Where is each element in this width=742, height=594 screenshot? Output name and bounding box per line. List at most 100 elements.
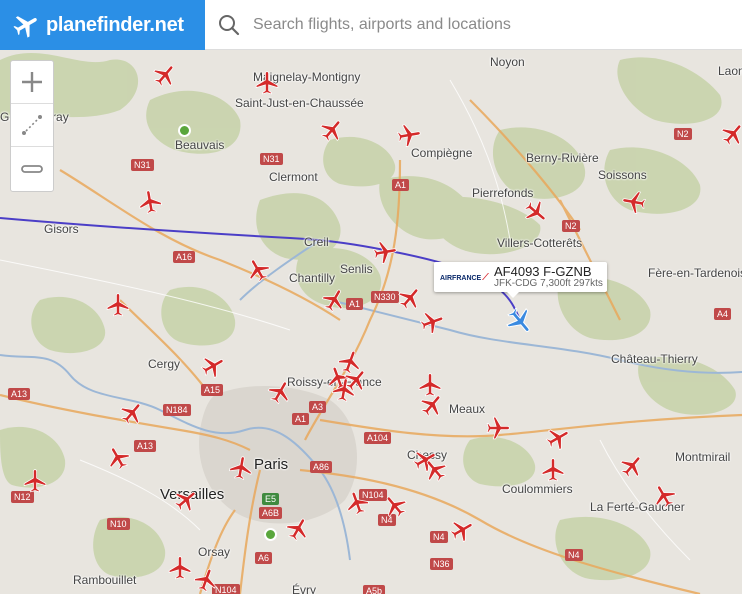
aircraft-icon[interactable] (419, 392, 445, 418)
aircraft-icon[interactable] (167, 555, 193, 581)
aircraft-icon[interactable] (193, 567, 219, 593)
place-label: Fère-en-Tardenois (648, 266, 742, 280)
place-label: Rambouillet (73, 573, 137, 587)
brand-name: planefinder.net (46, 13, 184, 36)
road-shield: A4 (714, 308, 732, 320)
road-shield: A16 (173, 251, 196, 263)
flight-info-label[interactable]: AIRFRANCE AF4093 F-GZNB JFK-CDG 7,300ft … (434, 262, 607, 298)
road-shield: N4 (565, 549, 583, 561)
road-shield: N4 (430, 531, 448, 543)
airport-marker[interactable] (264, 528, 277, 541)
aircraft-icon[interactable] (545, 425, 571, 451)
place-label: Coulommiers (502, 482, 573, 496)
road-shield: N36 (430, 558, 453, 570)
aircraft-icon[interactable] (382, 493, 408, 519)
place-label: Orsay (198, 545, 231, 559)
place-label: Gisors (44, 222, 79, 236)
place-label: Berny-Rivière (526, 151, 599, 165)
aircraft-icon[interactable] (396, 122, 422, 148)
place-label: Laon (718, 64, 742, 78)
road-shield: N2 (674, 128, 692, 140)
place-label: Meaux (449, 402, 486, 416)
place-label: Paris (254, 456, 289, 473)
aircraft-icon[interactable] (344, 490, 370, 516)
aircraft-icon[interactable] (137, 189, 163, 215)
road-shield: N31 (260, 153, 283, 165)
map-canvas[interactable]: Noyon Maignelay-Montigny Saint-Just-en-C… (0, 0, 742, 594)
place-label: Soissons (598, 168, 647, 182)
search-icon[interactable] (217, 13, 241, 37)
road-shield: A6 (255, 552, 273, 564)
road-shield: A86 (310, 461, 333, 473)
aircraft-icon[interactable] (540, 457, 566, 483)
road-shield: A13 (134, 440, 157, 452)
aircraft-icon[interactable] (449, 517, 475, 543)
brand-bar[interactable]: planefinder.net (0, 0, 205, 50)
svg-text:AIRFRANCE: AIRFRANCE (440, 275, 482, 282)
plane-logo-icon (13, 16, 37, 38)
aircraft-icon[interactable] (419, 309, 445, 335)
aircraft-icon[interactable] (619, 453, 645, 479)
road-shield: A6B (259, 507, 283, 519)
aircraft-icon[interactable] (228, 455, 254, 481)
road-shield: A13 (8, 388, 31, 400)
place-label: Évry (292, 583, 316, 594)
place-label: Montmirail (675, 450, 731, 464)
aircraft-icon[interactable] (254, 70, 280, 96)
road-shield: A1 (392, 179, 410, 191)
aircraft-icon[interactable] (285, 516, 311, 542)
aircraft-icon[interactable] (321, 287, 347, 313)
aircraft-icon[interactable] (173, 487, 199, 513)
zoom-in-button[interactable] (11, 61, 53, 104)
place-label: Compiègne (411, 146, 473, 160)
road-shield: A3 (309, 401, 327, 413)
place-label: Villers-Cotterêts (497, 236, 583, 250)
label-pointer (507, 292, 519, 298)
aircraft-icon[interactable] (621, 189, 647, 215)
aircraft-icon[interactable] (651, 483, 677, 509)
airport-marker[interactable] (178, 124, 191, 137)
road-shield: N184 (163, 404, 191, 416)
flight-details: JFK-CDG 7,300ft 297kts (494, 278, 603, 289)
map-controls (10, 60, 54, 192)
aircraft-icon[interactable] (331, 377, 357, 403)
aircraft-icon[interactable] (422, 457, 448, 483)
aircraft-icon[interactable] (105, 292, 131, 318)
road-shield: E5 (262, 493, 280, 505)
aircraft-icon[interactable] (22, 468, 48, 494)
road-shield: N2 (562, 220, 580, 232)
place-label: Château-Thierry (611, 352, 698, 366)
road-shield: A1 (292, 413, 310, 425)
aircraft-icon[interactable] (523, 199, 549, 225)
aircraft-icon[interactable] (119, 400, 145, 426)
aircraft-icon[interactable] (372, 239, 398, 265)
aircraft-icon[interactable] (245, 257, 271, 283)
road-shield: N10 (107, 518, 130, 530)
measure-icon (22, 115, 42, 135)
minus-icon (21, 164, 43, 173)
place-label: Beauvais (175, 138, 225, 152)
aircraft-icon[interactable] (485, 415, 511, 441)
aircraft-icon[interactable] (397, 285, 423, 311)
airfrance-logo: AIRFRANCE (440, 273, 489, 282)
flight-callsign: AF4093 F-GZNB (494, 264, 592, 279)
aircraft-icon[interactable] (319, 117, 345, 143)
search-input[interactable] (251, 14, 715, 35)
aircraft-icon[interactable] (105, 445, 131, 471)
road-shield: A15 (201, 384, 224, 396)
search-bar[interactable] (205, 0, 742, 50)
place-label: Cergy (148, 357, 181, 371)
selected-aircraft-icon[interactable] (505, 306, 535, 336)
place-label: Creil (304, 235, 329, 249)
aircraft-icon[interactable] (267, 379, 293, 405)
plus-icon (22, 72, 42, 92)
measure-button[interactable] (11, 104, 53, 147)
place-label: Pierrefonds (472, 186, 534, 200)
road-shield: A104 (364, 432, 392, 444)
place-label: Clermont (269, 170, 318, 184)
aircraft-icon[interactable] (200, 353, 226, 379)
aircraft-icon[interactable] (152, 62, 178, 88)
aircraft-icon[interactable] (720, 121, 742, 147)
zoom-out-button[interactable] (11, 147, 53, 190)
road-shield: N31 (131, 159, 154, 171)
